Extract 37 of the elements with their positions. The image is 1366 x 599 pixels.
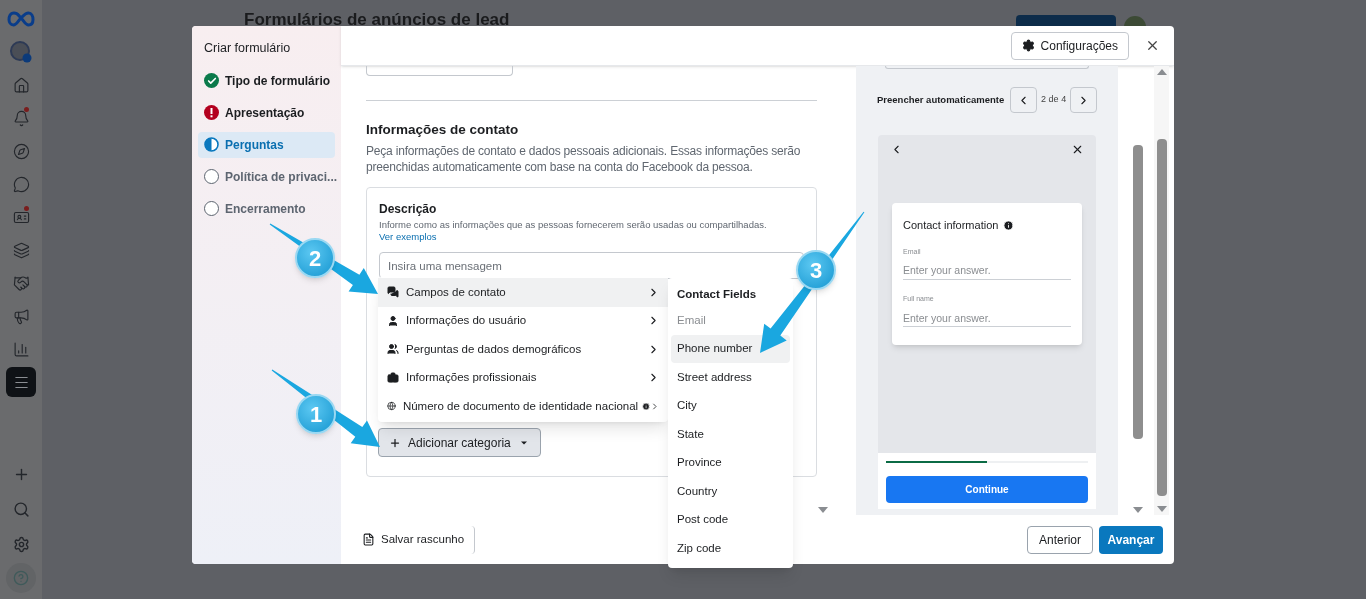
submenu-item[interactable]: State [671,420,790,449]
submenu-item[interactable]: City [671,391,790,420]
answer-field[interactable]: Enter your answer. [903,261,1071,280]
autofill-label: Preencher automaticamente [877,92,1005,107]
step-item[interactable]: Perguntas [198,131,335,158]
step-item[interactable]: Tipo de formulário [198,67,335,94]
answer-field[interactable]: Enter your answer. [903,309,1071,327]
section-description: Peça informações de contato e dados pessoais adicionais. Essas informações serão preenchidas automaticamente com base na conta do Facebook da pessoa. [366,143,802,176]
sidebar-title: Criar formulário [203,40,292,57]
settings-button[interactable]: Configurações [1010,31,1129,60]
save-draft-button[interactable]: Salvar rascunho [352,525,476,554]
step-item[interactable]: Encerramento [198,195,335,222]
submenu-item[interactable]: Phone number [671,334,790,363]
submenu-item[interactable]: Zip code [671,534,790,563]
menu-item[interactable]: Informações do usuário [378,306,668,335]
page-title: Formulários de anúncios de lead [244,10,510,30]
form-title: Contact information [903,218,999,233]
menu-item[interactable]: Campos de contato [378,278,668,307]
submenu-item[interactable]: Street address [671,363,790,392]
field-label: Descrição [379,201,438,219]
submenu-title: Contact Fields [676,287,758,302]
menu-item[interactable]: Número de documento de identidade nacional [378,392,668,421]
step-item[interactable]: Política de privaci... [198,163,335,190]
submenu-item[interactable]: Country [671,477,790,506]
section-title: Informações de contato [366,121,520,139]
add-category-button[interactable]: Adicionar categoria [378,428,541,457]
back-button[interactable]: Anterior [1027,525,1093,554]
submenu-item[interactable]: Province [671,448,790,477]
submenu-item[interactable]: Post code [671,505,790,534]
examples-link[interactable]: Ver exemplos [379,231,437,243]
menu-item[interactable]: Informações profissionais [378,363,668,392]
continue-button[interactable]: Continue [886,476,1088,503]
next-button[interactable]: Avançar [1099,525,1163,554]
menu-item[interactable]: Perguntas de dados demográficos [378,335,668,364]
step-item[interactable]: Apresentação [198,99,335,126]
page-indicator: 2 de 4 [1041,93,1067,107]
field-hint: Informe como as informações que as pessoas fornecerem serão usadas ou compartilhadas. Ver exemplos [379,219,768,244]
